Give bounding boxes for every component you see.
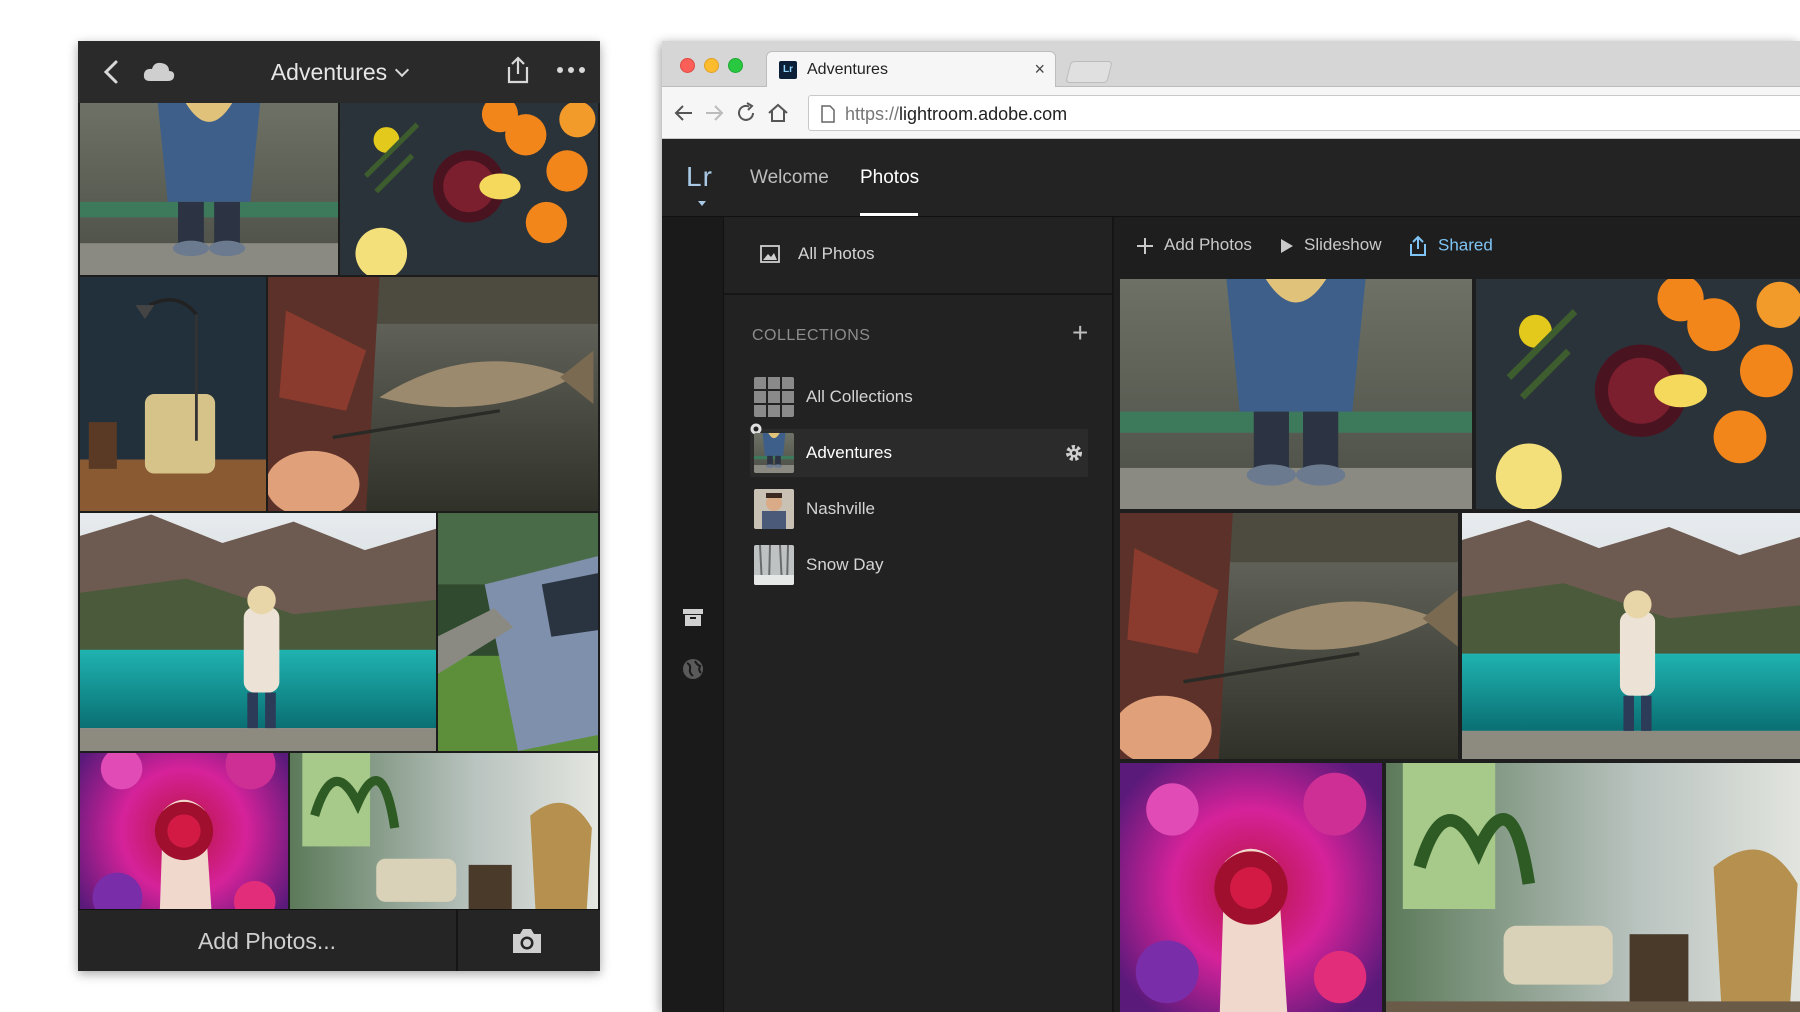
photo-fish-catch[interactable] [268, 277, 598, 511]
mobile-bottom-bar: Add Photos... [78, 909, 600, 971]
collection-label: Nashville [806, 499, 875, 518]
collection-item-snow-day[interactable]: Snow Day [750, 541, 1088, 589]
plus-icon [1137, 237, 1153, 254]
camera-icon[interactable] [510, 926, 544, 956]
collection-item-all-collections[interactable]: All Collections [750, 373, 1088, 421]
tab-title: Adventures [807, 61, 888, 78]
photo-grid-area: Add Photos Slideshow Shared [1116, 217, 1800, 1012]
caret-down-icon[interactable] [698, 201, 706, 206]
browser-tab[interactable]: Lr Adventures × [766, 51, 1056, 88]
photo-blue-truck[interactable] [438, 513, 598, 751]
slideshow-button[interactable]: Slideshow [1280, 235, 1382, 255]
gear-icon[interactable] [1064, 443, 1084, 463]
active-nav-indicator [860, 213, 918, 216]
grid-icon [754, 377, 794, 417]
mobile-top-bar: Adventures [78, 41, 600, 103]
shared-button[interactable]: Shared [1408, 235, 1493, 257]
collection-thumbnail [754, 433, 794, 473]
photo-armchair-lamp[interactable] [80, 277, 266, 511]
collection-label: All Collections [806, 387, 913, 406]
close-tab-icon[interactable]: × [1034, 59, 1045, 80]
page-icon [821, 105, 835, 123]
minimize-window-button[interactable] [704, 58, 719, 73]
left-rail [662, 217, 724, 1012]
grid-photo-plant-room[interactable] [1386, 763, 1800, 1012]
lightroom-favicon: Lr [779, 61, 797, 79]
divider [456, 910, 458, 971]
grid-toolbar: Add Photos Slideshow Shared [1116, 217, 1800, 275]
collection-thumbnail [754, 545, 794, 585]
browser-tab-strip: Lr Adventures × [662, 41, 1800, 88]
add-photos-label: Add Photos [1164, 235, 1252, 254]
nav-welcome[interactable]: Welcome [750, 167, 829, 189]
photo-flower-hand[interactable] [80, 753, 288, 909]
collection-item-adventures[interactable]: Adventures [750, 423, 1088, 477]
url-scheme: https:// [845, 104, 900, 124]
home-icon[interactable] [766, 101, 790, 125]
add-photos-toolbar-button[interactable]: Add Photos [1136, 235, 1252, 255]
archive-icon[interactable] [681, 605, 705, 629]
globe-icon[interactable] [681, 657, 705, 681]
more-icon[interactable] [556, 63, 586, 77]
photo-plant-room[interactable] [290, 753, 598, 909]
add-photos-button[interactable]: Add Photos... [78, 910, 456, 971]
mobile-title-text: Adventures [270, 59, 388, 85]
close-window-button[interactable] [680, 58, 695, 73]
collection-label: Adventures [806, 443, 892, 462]
grid-photo-girl-tying-boots[interactable] [1120, 279, 1472, 509]
all-photos-label: All Photos [798, 244, 875, 263]
collections-panel: All Photos COLLECTIONS + All Collections… [724, 217, 1114, 1012]
grid-photo-flower-hand[interactable] [1120, 763, 1382, 1012]
url-host: lightroom.adobe.com [899, 104, 1068, 124]
nav-photos[interactable]: Photos [860, 167, 919, 189]
browser-window: Lr Adventures × https://lightroom.adobe.… [662, 41, 1800, 1012]
collections-heading: COLLECTIONS [752, 327, 871, 344]
maximize-window-button[interactable] [728, 58, 743, 73]
photo-girl-tying-boots[interactable] [80, 103, 338, 275]
mobile-app: Adventures Add Photos... [78, 41, 600, 971]
new-tab-button[interactable] [1065, 61, 1113, 83]
chevron-down-icon [395, 62, 410, 78]
grid-photo-fish-catch[interactable] [1120, 513, 1458, 759]
lightroom-web-app: Lr Welcome Photos All Photos COLLECTIONS… [662, 139, 1800, 1012]
all-photos-item[interactable]: All Photos [724, 217, 1114, 295]
slideshow-label: Slideshow [1304, 235, 1382, 254]
forward-icon[interactable] [702, 101, 726, 125]
add-collection-button[interactable]: + [1072, 319, 1088, 347]
address-bar[interactable]: https://lightroom.adobe.com [808, 95, 1800, 131]
play-icon [1281, 238, 1293, 253]
collection-thumbnail [754, 489, 794, 529]
lightroom-logo[interactable]: Lr [686, 161, 713, 193]
grid-photo-sangria-oranges[interactable] [1476, 279, 1800, 509]
share-icon[interactable] [504, 55, 532, 85]
photo-sangria-oranges[interactable] [340, 103, 598, 275]
reload-icon[interactable] [734, 101, 758, 125]
browser-toolbar: https://lightroom.adobe.com [662, 87, 1800, 139]
share-icon [1410, 235, 1426, 256]
back-icon[interactable] [672, 101, 696, 125]
url-text: https://lightroom.adobe.com [845, 104, 1067, 125]
image-icon [760, 245, 780, 263]
collection-label: Snow Day [806, 555, 884, 574]
grid-photo-mountain-lake[interactable] [1462, 513, 1800, 759]
photo-mountain-lake[interactable] [80, 513, 436, 751]
app-header: Lr Welcome Photos [662, 139, 1800, 217]
shared-label: Shared [1438, 235, 1493, 255]
collection-item-nashville[interactable]: Nashville [750, 485, 1088, 533]
